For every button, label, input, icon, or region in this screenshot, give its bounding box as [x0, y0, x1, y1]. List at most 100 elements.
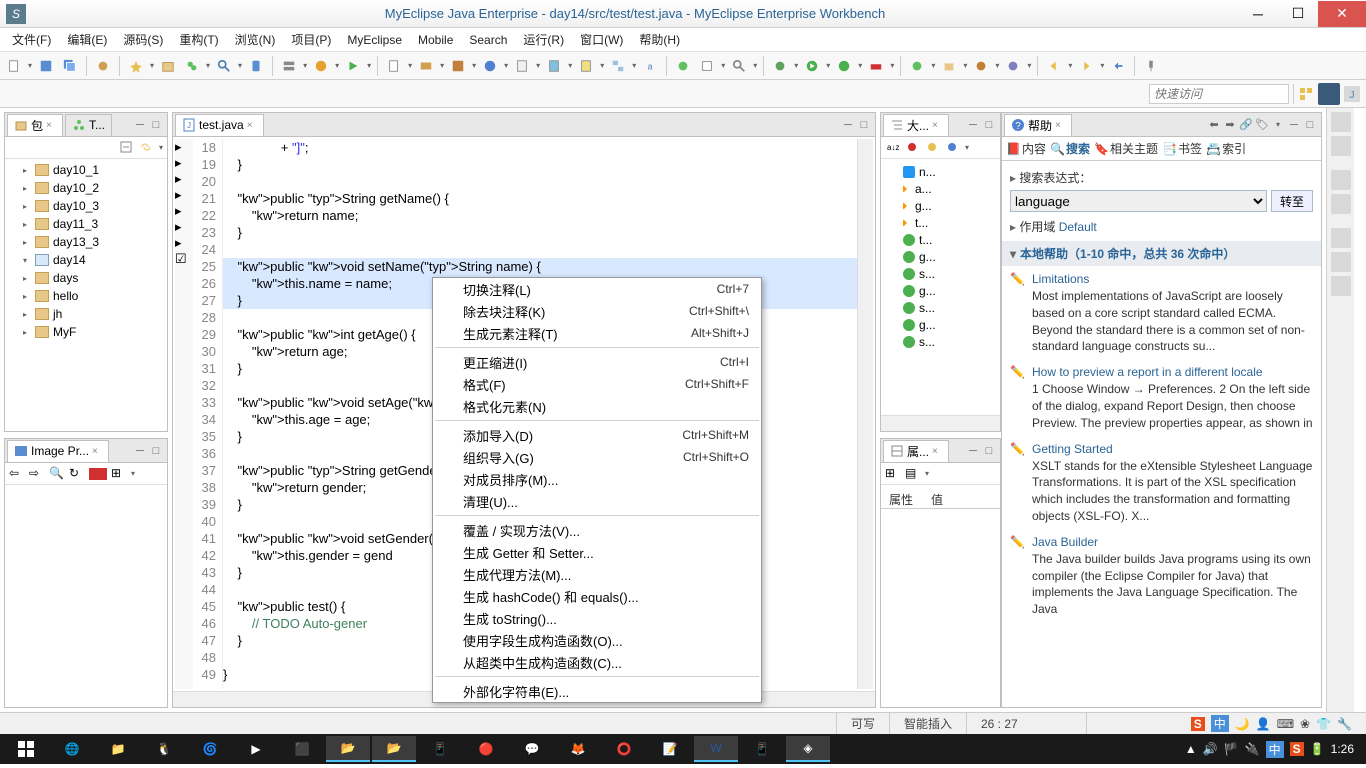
maximize-view-icon[interactable]: □ — [149, 444, 163, 458]
new-annot-icon[interactable] — [1003, 56, 1023, 76]
minimize-view-icon[interactable]: ─ — [966, 118, 980, 132]
close-tab-icon[interactable]: × — [932, 120, 942, 130]
taskbar-folder1[interactable]: 📂 — [326, 736, 370, 762]
close-tab-icon[interactable]: × — [1055, 120, 1065, 130]
outline-item[interactable]: n... — [885, 163, 996, 180]
minimized-view-5[interactable] — [1331, 228, 1351, 248]
horizontal-scrollbar[interactable] — [881, 415, 1000, 431]
menu-window[interactable]: 窗口(W) — [572, 28, 631, 51]
menu-project[interactable]: 项目(P) — [283, 28, 339, 51]
menu-search[interactable]: Search — [461, 30, 515, 50]
close-tab-icon[interactable]: × — [932, 446, 942, 456]
package-icon[interactable] — [158, 56, 178, 76]
help-section-header[interactable]: ▾本地帮助（1-10 命中，总共 36 次命中） — [1002, 241, 1321, 266]
minimize-button[interactable]: ─ — [1238, 1, 1278, 27]
menu-help[interactable]: 帮助(H) — [631, 28, 688, 51]
close-button[interactable]: ✕ — [1318, 1, 1366, 27]
helptab-index[interactable]: 📇索引 — [1206, 140, 1246, 157]
explorer-item-hello[interactable]: ▸hello — [7, 287, 165, 305]
outline-item[interactable]: g... — [885, 248, 996, 265]
ctx-item[interactable]: 格式(F)Ctrl+Shift+F — [433, 373, 761, 395]
tray-flag-icon[interactable]: 🏴 — [1224, 742, 1239, 756]
taskbar-explorer[interactable]: 📁 — [96, 736, 140, 762]
minimized-view-7[interactable] — [1331, 276, 1351, 296]
hide-fields-icon[interactable] — [905, 140, 921, 156]
new-enum-icon[interactable] — [971, 56, 991, 76]
collapse-all-icon[interactable] — [119, 140, 135, 156]
taskbar-firefox[interactable]: 🦊 — [556, 736, 600, 762]
applet-icon[interactable]: a — [640, 56, 660, 76]
ctx-item[interactable]: 生成 toString()... — [433, 607, 761, 629]
tab-outline[interactable]: 大... × — [883, 114, 949, 136]
perspective-java[interactable]: J — [1344, 86, 1360, 102]
fit-icon[interactable] — [89, 468, 107, 480]
ctx-item[interactable]: 使用字段生成构造函数(O)... — [433, 629, 761, 651]
explorer-item-day10_3[interactable]: ▸day10_3 — [7, 197, 165, 215]
menu-edit[interactable]: 编辑(E) — [59, 28, 115, 51]
server-icon[interactable] — [279, 56, 299, 76]
quick-access-input[interactable] — [1149, 84, 1289, 104]
maximize-view-icon[interactable]: □ — [149, 118, 163, 132]
ctx-item[interactable]: 格式化元素(N) — [433, 395, 761, 417]
search2-icon[interactable] — [729, 56, 749, 76]
ctx-item[interactable]: 生成 Getter 和 Setter... — [433, 541, 761, 563]
hide-nonpublic-icon[interactable] — [945, 140, 961, 156]
minimize-view-icon[interactable]: ─ — [1287, 118, 1301, 132]
minimize-view-icon[interactable]: ─ — [133, 444, 147, 458]
hide-static-icon[interactable] — [925, 140, 941, 156]
menu-source[interactable]: 源码(S) — [115, 28, 171, 51]
save-icon[interactable] — [36, 56, 56, 76]
open-task-icon[interactable] — [697, 56, 717, 76]
taskbar-wechat[interactable]: 💬 — [510, 736, 554, 762]
outline-item[interactable]: s... — [885, 299, 996, 316]
minimized-view-3[interactable] — [1331, 170, 1351, 190]
taskbar-app2[interactable]: 📱 — [418, 736, 462, 762]
back-icon[interactable] — [1044, 56, 1064, 76]
new-icon[interactable] — [4, 56, 24, 76]
properties-col-value[interactable]: 值 — [923, 489, 951, 508]
moon-icon[interactable]: 🌙 — [1235, 717, 1250, 731]
minimize-editor-icon[interactable]: ─ — [841, 118, 855, 132]
help-result[interactable]: ✏️LimitationsMost implementations of Jav… — [1010, 272, 1313, 355]
ime-indicator[interactable]: 中 — [1211, 715, 1229, 732]
go-button[interactable]: 转至 — [1271, 190, 1313, 212]
explorer-item-days[interactable]: ▸days — [7, 269, 165, 287]
save-all-icon[interactable] — [60, 56, 80, 76]
shirt-icon[interactable]: 👕 — [1316, 717, 1331, 731]
explorer-item-day10_1[interactable]: ▸day10_1 — [7, 161, 165, 179]
menu-file[interactable]: 文件(F) — [4, 28, 59, 51]
taskbar-ie[interactable]: 🌐 — [50, 736, 94, 762]
outline-item[interactable]: g... — [885, 316, 996, 333]
explorer-item-day10_2[interactable]: ▸day10_2 — [7, 179, 165, 197]
person-icon[interactable]: 👤 — [1256, 717, 1271, 731]
tray-clock[interactable]: 1:26 — [1331, 742, 1354, 756]
help-result[interactable]: ✏️Getting StartedXSLT stands for the eXt… — [1010, 442, 1313, 525]
helptab-search[interactable]: 🔍搜索 — [1050, 140, 1090, 157]
newj-icon[interactable] — [384, 56, 404, 76]
taskbar-qq[interactable]: 🐧 — [142, 736, 186, 762]
ctx-item[interactable]: 更正缩进(I)Ctrl+I — [433, 351, 761, 373]
menu-run[interactable]: 运行(R) — [515, 28, 572, 51]
maximize-button[interactable]: ☐ — [1278, 1, 1318, 27]
arrow-left-icon[interactable]: ⇦ — [9, 466, 25, 482]
explorer-item-day11_3[interactable]: ▸day11_3 — [7, 215, 165, 233]
close-tab-icon[interactable]: × — [92, 446, 102, 456]
bookmark-icon[interactable]: 🏷 — [1255, 118, 1269, 132]
open-type-icon[interactable] — [673, 56, 693, 76]
sort-icon[interactable]: a↓z — [885, 140, 901, 156]
css-icon[interactable] — [544, 56, 564, 76]
helptab-bookmarks[interactable]: 📑书签 — [1162, 140, 1202, 157]
outline-item[interactable]: t... — [885, 231, 996, 248]
explorer-item-MyF[interactable]: ▸MyF — [7, 323, 165, 341]
flower-icon[interactable]: ❀ — [1300, 717, 1310, 731]
beans-icon[interactable] — [182, 56, 202, 76]
nav-back-icon[interactable]: ⬅ — [1207, 118, 1221, 132]
helptab-content[interactable]: 📕内容 — [1006, 140, 1046, 157]
tray-expand-icon[interactable]: ▲ — [1185, 742, 1197, 756]
ear-icon[interactable] — [448, 56, 468, 76]
zoom-icon[interactable]: 🔍 — [49, 466, 65, 482]
maximize-view-icon[interactable]: □ — [982, 118, 996, 132]
keyboard-icon[interactable]: ⌨ — [1277, 717, 1294, 731]
helptab-related[interactable]: 🔖相关主题 — [1094, 140, 1158, 157]
ctx-item[interactable]: 生成 hashCode() 和 equals()... — [433, 585, 761, 607]
